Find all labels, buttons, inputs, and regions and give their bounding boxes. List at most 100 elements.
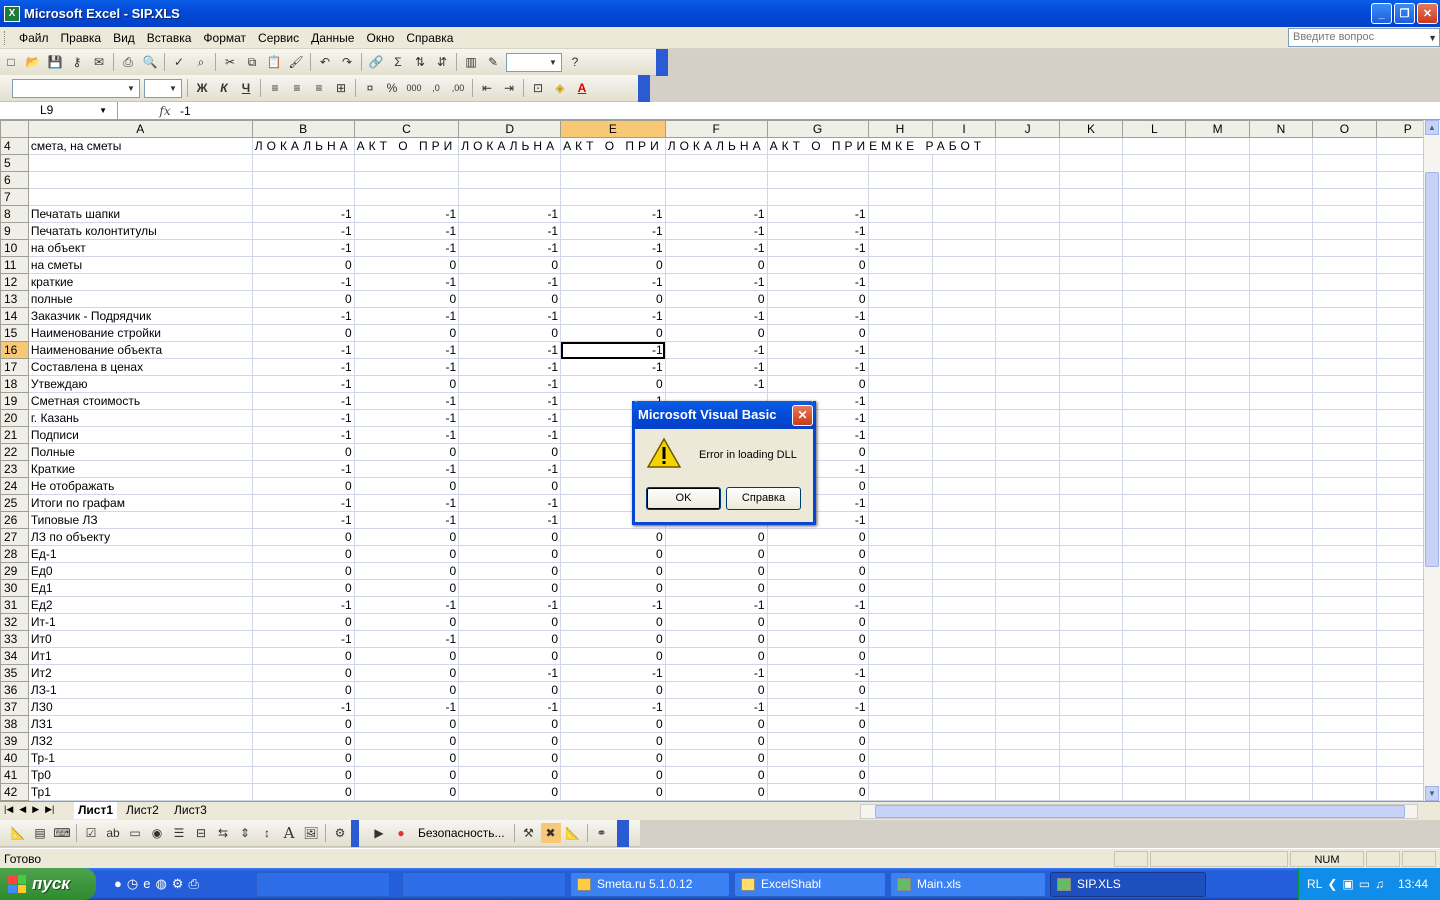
empty-cell[interactable] [868, 783, 933, 801]
empty-cell[interactable] [1185, 171, 1250, 189]
empty-cell[interactable] [1249, 290, 1314, 308]
first-sheet-icon[interactable]: |◀ [4, 804, 13, 815]
value-cell[interactable]: 0 [354, 477, 460, 495]
value-cell[interactable]: -1 [354, 596, 460, 614]
increase-indent-icon[interactable]: ⇥ [499, 78, 519, 98]
empty-cell[interactable] [1185, 273, 1250, 291]
column-header[interactable]: O [1312, 120, 1377, 138]
empty-cell[interactable] [995, 409, 1060, 427]
value-cell[interactable]: -1 [767, 341, 869, 359]
value-cell[interactable]: 0 [354, 732, 460, 750]
value-cell[interactable]: 0 [354, 715, 460, 733]
value-cell[interactable]: 0 [665, 783, 768, 801]
empty-cell[interactable] [995, 494, 1060, 512]
comma-style-icon[interactable]: 000 [404, 78, 424, 98]
value-cell[interactable]: -1 [354, 698, 460, 716]
empty-cell[interactable] [1059, 596, 1124, 614]
currency-icon[interactable]: ¤ [360, 78, 380, 98]
row-label-cell[interactable]: Наименование стройки [28, 324, 253, 342]
value-cell[interactable]: 0 [767, 732, 869, 750]
value-cell[interactable] [767, 154, 869, 172]
empty-cell[interactable] [995, 562, 1060, 580]
empty-cell[interactable] [1059, 341, 1124, 359]
properties-icon[interactable]: ▤ [30, 823, 50, 843]
record-macro-icon[interactable]: ● [391, 823, 411, 843]
row-label-cell[interactable]: ЛЗ0 [28, 698, 253, 716]
value-cell[interactable]: -1 [458, 511, 562, 529]
control-toolbox-icon[interactable]: ✖ [540, 823, 561, 843]
value-cell[interactable]: -1 [560, 273, 666, 291]
value-cell[interactable]: -1 [560, 341, 666, 359]
value-cell[interactable]: -1 [458, 375, 562, 393]
empty-cell[interactable] [932, 647, 997, 665]
empty-cell[interactable] [1122, 375, 1187, 393]
value-cell[interactable]: 0 [560, 783, 666, 801]
empty-cell[interactable] [1122, 613, 1187, 631]
value-cell[interactable]: -1 [767, 307, 869, 325]
sheet-tab-2[interactable]: Лист2 [122, 802, 163, 819]
empty-cell[interactable] [995, 290, 1060, 308]
empty-cell[interactable] [932, 545, 997, 563]
value-cell[interactable]: -1 [354, 511, 460, 529]
chevron-down-icon[interactable]: ▼ [1428, 30, 1437, 47]
value-cell[interactable]: 0 [354, 290, 460, 308]
empty-cell[interactable] [1059, 613, 1124, 631]
empty-cell[interactable] [1059, 545, 1124, 563]
empty-cell[interactable] [1312, 375, 1377, 393]
italic-icon[interactable]: К [214, 78, 234, 98]
empty-cell[interactable] [1185, 409, 1250, 427]
empty-cell[interactable] [1122, 698, 1187, 716]
row-label-cell[interactable]: Тр-1 [28, 749, 253, 767]
row-label-cell[interactable]: на сметы [28, 256, 253, 274]
empty-cell[interactable] [1059, 579, 1124, 597]
value-cell[interactable]: 0 [252, 681, 355, 699]
empty-cell[interactable] [995, 630, 1060, 648]
value-cell[interactable]: 0 [354, 375, 460, 393]
empty-cell[interactable] [1185, 562, 1250, 580]
task-button-sip-xls[interactable]: SIP.XLS [1050, 872, 1206, 897]
empty-cell[interactable] [1249, 358, 1314, 376]
empty-cell[interactable] [1249, 341, 1314, 359]
column-header[interactable]: A [27, 120, 253, 138]
empty-cell[interactable] [1059, 766, 1124, 784]
empty-cell[interactable] [868, 426, 933, 444]
empty-cell[interactable] [1249, 443, 1314, 461]
empty-cell[interactable] [1122, 205, 1187, 223]
value-cell[interactable]: 0 [354, 647, 460, 665]
empty-cell[interactable] [995, 613, 1060, 631]
empty-cell[interactable] [1059, 426, 1124, 444]
value-cell[interactable]: 0 [458, 783, 562, 801]
value-cell[interactable]: 0 [560, 579, 666, 597]
empty-cell[interactable] [995, 324, 1060, 342]
row-label-cell[interactable]: Ит1 [28, 647, 253, 665]
ie-icon[interactable]: e [143, 876, 150, 892]
empty-cell[interactable] [1249, 681, 1314, 699]
empty-cell[interactable] [1185, 239, 1250, 257]
drawing-icon[interactable]: ✎ [483, 52, 503, 72]
scroll-down-icon[interactable]: ▼ [1425, 786, 1439, 801]
empty-cell[interactable] [1122, 732, 1187, 750]
value-cell[interactable]: 0 [665, 562, 768, 580]
cell-C4[interactable]: АКТ О ПРИ [354, 137, 460, 155]
empty-cell[interactable] [1185, 341, 1250, 359]
value-cell[interactable]: -1 [560, 698, 666, 716]
value-cell[interactable]: 0 [458, 443, 562, 461]
value-cell[interactable]: -1 [458, 426, 562, 444]
value-cell[interactable]: 0 [458, 766, 562, 784]
empty-cell[interactable] [1059, 154, 1124, 172]
value-cell[interactable]: -1 [252, 511, 355, 529]
empty-cell[interactable] [1249, 545, 1314, 563]
empty-cell[interactable] [1059, 477, 1124, 495]
empty-cell[interactable] [1312, 426, 1377, 444]
print-icon[interactable]: ⎙ [118, 52, 138, 72]
empty-cell[interactable] [995, 256, 1060, 274]
empty-cell[interactable] [1249, 256, 1314, 274]
textbox-control-icon[interactable]: ab [103, 823, 123, 843]
empty-cell[interactable] [1122, 137, 1187, 155]
empty-cell[interactable] [1185, 749, 1250, 767]
value-cell[interactable]: -1 [252, 375, 355, 393]
menu-item-1[interactable]: Правка [55, 28, 108, 48]
empty-cell[interactable] [1185, 698, 1250, 716]
menu-item-7[interactable]: Окно [360, 28, 400, 48]
button-control-icon[interactable]: ▭ [125, 823, 145, 843]
